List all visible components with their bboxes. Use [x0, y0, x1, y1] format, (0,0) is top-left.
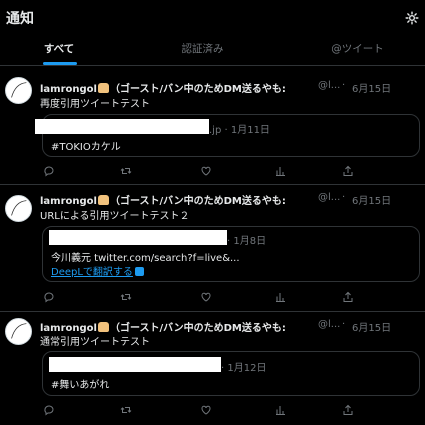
author-handle: @l... [318, 80, 341, 91]
author-handle: @l... [318, 192, 341, 203]
author-name-suffix: （ゴースト/バン中のためDM送るやも: [109, 196, 286, 206]
author-handle: @l... [318, 319, 341, 330]
like-icon[interactable] [200, 165, 212, 177]
tab-verified[interactable]: 認証済み [145, 36, 260, 66]
quoted-tweet[interactable]: · 1月12日 #舞いあがれ [42, 351, 420, 396]
quoted-tweet-text: 今川義元 twitter.com/search?f=live&... [51, 253, 240, 264]
notifications-header: 通知 すべて 認証済み @ツイート [0, 0, 425, 66]
redacted-author-block [35, 119, 209, 134]
reply-icon[interactable] [43, 165, 55, 177]
quoted-tweet-meta: · 1月8日 [227, 236, 267, 247]
bread-icon [97, 195, 109, 205]
tweet-date[interactable]: 6月15日 [352, 80, 391, 94]
tab-mentions[interactable]: @ツイート [300, 36, 415, 66]
tab-mentions-label: @ツイート [331, 43, 384, 55]
page-title: 通知 [6, 11, 34, 27]
tweet-text: 通常引用ツイートテスト [40, 337, 150, 348]
quoted-tweet-meta: · 1月12日 [221, 363, 267, 374]
avatar[interactable] [5, 77, 32, 104]
tweet-author-line: lamrongol （ゴースト/バン中のためDM送るやも: @l... · 6月1… [40, 80, 392, 94]
tweet-item[interactable]: lamrongol （ゴースト/バン中のためDM送るやも: @l... · 6月1… [0, 66, 425, 185]
bread-icon [97, 322, 109, 332]
tweet-date[interactable]: 6月15日 [352, 192, 391, 206]
author-name[interactable]: lamrongol [40, 84, 97, 94]
tweet-actions [40, 291, 420, 305]
redacted-author-block [49, 357, 221, 372]
reply-icon[interactable] [43, 291, 55, 303]
tweet-actions [40, 404, 420, 418]
bread-icon [97, 83, 109, 93]
quoted-tweet[interactable]: .jp · 1月11日 #TOKIOカケル [35, 114, 420, 157]
tweet-date[interactable]: 6月15日 [352, 319, 391, 333]
author-name-suffix: （ゴースト/バン中のためDM送るやも: [109, 84, 286, 94]
tweet-author-line: lamrongol （ゴースト/バン中のためDM送るやも: @l... · 6月1… [40, 192, 392, 206]
tweet-text: URLによる引用ツイートテスト２ [40, 211, 190, 222]
tweet-actions [40, 165, 420, 179]
retweet-icon[interactable] [120, 404, 132, 416]
active-tab-indicator [43, 62, 77, 65]
retweet-icon[interactable] [120, 291, 132, 303]
tweet-item[interactable]: lamrongol （ゴースト/バン中のためDM送るやも: @l... · 6月1… [0, 185, 425, 312]
tweet-text: 再度引用ツイートテスト [40, 99, 150, 110]
avatar[interactable] [5, 195, 32, 222]
deepl-icon [134, 267, 144, 276]
redacted-author-block [49, 230, 227, 245]
quoted-tweet-meta: .jp · 1月11日 [209, 125, 270, 136]
share-icon[interactable] [342, 291, 354, 303]
author-name-suffix: （ゴースト/バン中のためDM送るやも: [109, 323, 286, 333]
share-icon[interactable] [342, 404, 354, 416]
quoted-tweet-text: #舞いあがれ [51, 380, 110, 391]
translate-link[interactable]: DeepLで翻訳する [51, 263, 144, 278]
quoted-tweet-text: #TOKIOカケル [51, 142, 121, 153]
reply-icon[interactable] [43, 404, 55, 416]
author-name[interactable]: lamrongol [40, 196, 97, 206]
views-icon[interactable] [275, 404, 287, 416]
gear-icon[interactable] [405, 10, 419, 25]
tweet-item[interactable]: lamrongol （ゴースト/バン中のためDM送るやも: @l... · 6月1… [0, 312, 425, 425]
views-icon[interactable] [275, 165, 287, 177]
author-name[interactable]: lamrongol [40, 323, 97, 333]
share-icon[interactable] [342, 165, 354, 177]
like-icon[interactable] [200, 291, 212, 303]
avatar[interactable] [5, 318, 32, 345]
quoted-tweet[interactable]: · 1月8日 今川義元 twitter.com/search?f=live&..… [42, 226, 420, 282]
views-icon[interactable] [275, 291, 287, 303]
like-icon[interactable] [200, 404, 212, 416]
tweet-author-line: lamrongol （ゴースト/バン中のためDM送るやも: @l... · 6月1… [40, 319, 392, 333]
tab-all-label: すべて [43, 43, 75, 55]
retweet-icon[interactable] [120, 165, 132, 177]
tab-verified-label: 認証済み [181, 43, 224, 55]
notification-tabs: すべて 認証済み @ツイート [0, 36, 425, 66]
translate-label: DeepLで翻訳する [51, 267, 133, 278]
